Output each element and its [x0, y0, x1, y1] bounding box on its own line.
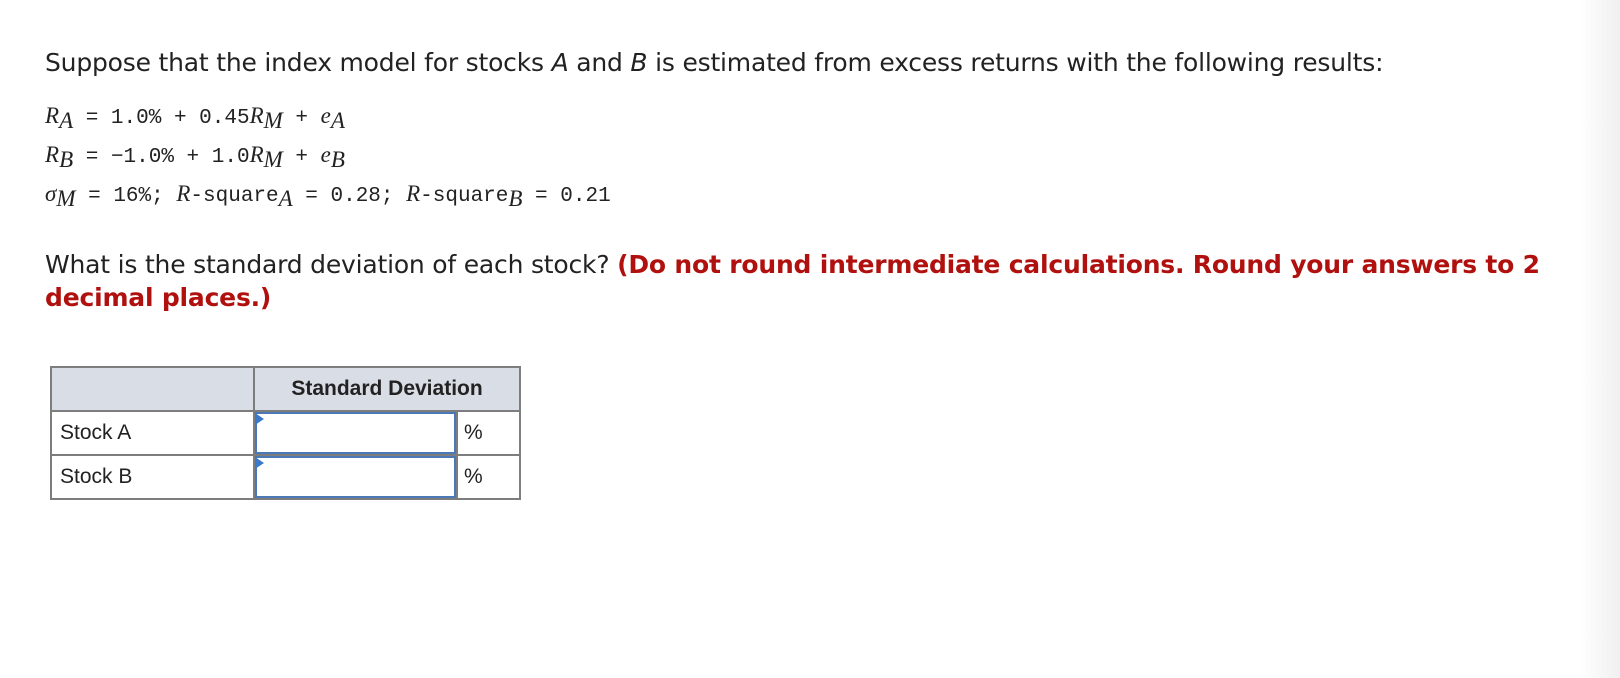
- unit-label: %: [456, 454, 521, 500]
- flag-icon: [255, 457, 264, 469]
- header-row: Standard Deviation: [50, 366, 521, 412]
- equation-sigma: σM = 16%; R-squareA = 0.28; R-squareB = …: [45, 181, 611, 211]
- equation-b: RB = −1.0% + 1.0RM + eB: [45, 142, 345, 172]
- intro-text: Suppose that the index model for stocks …: [45, 48, 1384, 77]
- stock-a-cell: [253, 410, 458, 456]
- row-label: Stock B: [50, 454, 255, 500]
- std-dev-header: Standard Deviation: [253, 366, 521, 412]
- question: What is the standard deviation of each s…: [45, 248, 1545, 314]
- question-text: What is the standard deviation of each s…: [45, 250, 618, 279]
- flag-icon: [255, 413, 264, 425]
- stock-b-cell: [253, 454, 458, 500]
- equation-a: RA = 1.0% + 0.45RM + eA: [45, 103, 345, 133]
- blank-header: [50, 366, 255, 412]
- scroll-shadow: [1580, 0, 1620, 678]
- table-row: Stock B %: [50, 454, 521, 500]
- stock-b-input[interactable]: [255, 456, 456, 498]
- table-row: Stock A %: [50, 410, 521, 456]
- stock-a-input[interactable]: [255, 412, 456, 454]
- answer-table: Standard Deviation Stock A % Stock B %: [50, 366, 521, 500]
- unit-label: %: [456, 410, 521, 456]
- row-label: Stock A: [50, 410, 255, 456]
